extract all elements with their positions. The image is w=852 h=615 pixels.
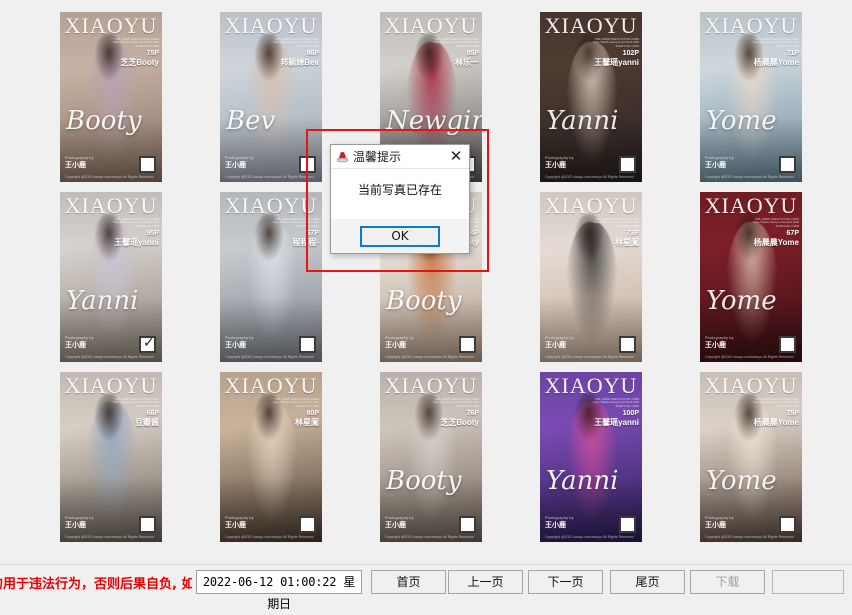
ok-button[interactable]: OK <box>360 225 440 247</box>
gallery-card[interactable]: XIAOYUVOL.0000 XIAOYUYUU.COMhttp://www.x… <box>380 372 482 542</box>
cover-image: XIAOYUVOL.0000 XIAOYUYUU.COMhttp://www.x… <box>220 372 322 542</box>
cover-image: XIAOYUVOL.0000 XIAOYUYUU.COMhttp://www.x… <box>700 12 802 182</box>
select-checkbox[interactable] <box>299 156 316 173</box>
dialog-title: 温馨提示 <box>353 150 402 164</box>
select-checkbox[interactable] <box>779 516 796 533</box>
photo-gallery: XIAOYU VOL.0000 XIAOYUYUU.COM http://www.x… <box>0 0 852 565</box>
notice-marquee: 勿用于违法行为，否则后果自负, 如有 <box>0 573 192 597</box>
cover-image: XIAOYUVOL.0000 XIAOYUYUU.COMhttp://www.x… <box>700 372 802 542</box>
gallery-card[interactable]: XIAOYUVOL.0000 XIAOYUYUU.COMhttp://www.x… <box>60 12 162 182</box>
dialog-footer: OK <box>331 219 469 253</box>
progress-indicator <box>772 570 844 594</box>
select-checkbox[interactable] <box>459 516 476 533</box>
check-icon: ✓ <box>143 335 155 351</box>
gallery-card[interactable]: XIAOYUVOL.0000 XIAOYUYUU.COMhttp://www.x… <box>220 372 322 542</box>
select-checkbox[interactable] <box>779 156 796 173</box>
gallery-card[interactable]: XIAOYUVOL.0000 XIAOYUYUU.COMhttp://www.x… <box>220 12 322 182</box>
select-checkbox[interactable] <box>299 336 316 353</box>
warning-dialog: 温馨提示 ✕ 当前写真已存在 OK <box>330 144 470 254</box>
gallery-card[interactable]: XIAOYUVOL.0000 XIAOYUYUU.COMhttp://www.x… <box>700 192 802 362</box>
select-checkbox[interactable] <box>619 156 636 173</box>
select-checkbox[interactable] <box>619 516 636 533</box>
app-icon <box>336 150 349 163</box>
gallery-card[interactable]: XIAOYUVOL.0000 XIAOYUYUU.COMhttp://www.x… <box>540 372 642 542</box>
cover-image: XIAOYUVOL.0000 XIAOYUYUU.COMhttp://www.x… <box>60 192 162 362</box>
select-checkbox[interactable] <box>299 516 316 533</box>
gallery-card[interactable]: XIAOYUVOL.0000 XIAOYUYUU.COMhttp://www.x… <box>60 192 162 362</box>
dialog-body: 当前写真已存在 <box>331 169 469 219</box>
cover-image: XIAOYUVOL.0000 XIAOYUYUU.COMhttp://www.x… <box>220 12 322 182</box>
dialog-message: 当前写真已存在 <box>357 183 442 197</box>
select-checkbox[interactable] <box>139 516 156 533</box>
gallery-card[interactable]: XIAOYUVOL.0000 XIAOYUYUU.COMhttp://www.x… <box>540 12 642 182</box>
cover-image: XIAOYUVOL.0000 XIAOYUYUU.COMhttp://www.x… <box>540 372 642 542</box>
select-checkbox[interactable] <box>779 336 796 353</box>
next-page-button[interactable]: 下一页 <box>528 570 603 594</box>
cover-image: XIAOYUVOL.0000 XIAOYUYUU.COMhttp://www.x… <box>540 192 642 362</box>
download-button[interactable]: 下载 <box>690 570 765 594</box>
datetime-display[interactable]: 2022-06-12 01:00:22 星期日 <box>196 570 362 611</box>
first-page-button[interactable]: 首页 <box>371 570 446 594</box>
gallery-card[interactable]: XIAOYUVOL.0000 XIAOYUYUU.COMhttp://www.x… <box>700 12 802 182</box>
notice-text: 勿用于违法行为，否则后果自负, 如有 <box>0 577 192 592</box>
gallery-card[interactable]: XIAOYUVOL.0000 XIAOYUYUU.COMhttp://www.x… <box>700 372 802 542</box>
gallery-card[interactable]: XIAOYUVOL.0000 XIAOYUYUU.COMhttp://www.x… <box>540 192 642 362</box>
last-page-button[interactable]: 尾页 <box>610 570 685 594</box>
dialog-titlebar: 温馨提示 ✕ <box>331 145 469 169</box>
prev-page-button[interactable]: 上一页 <box>448 570 523 594</box>
select-checkbox[interactable] <box>619 336 636 353</box>
close-icon[interactable]: ✕ <box>445 146 467 168</box>
select-checkbox[interactable] <box>139 156 156 173</box>
select-checkbox[interactable]: ✓ <box>139 335 156 353</box>
cover-image: XIAOYUVOL.0000 XIAOYUYUU.COMhttp://www.x… <box>380 372 482 542</box>
cover-image: XIAOYUVOL.0000 XIAOYUYUU.COMhttp://www.x… <box>220 192 322 362</box>
cover-image: XIAOYUVOL.0000 XIAOYUYUU.COMhttp://www.x… <box>540 12 642 182</box>
cover-image: XIAOYUVOL.0000 XIAOYUYUU.COMhttp://www.x… <box>60 372 162 542</box>
select-checkbox[interactable] <box>459 336 476 353</box>
cover-image: XIAOYUVOL.0000 XIAOYUYUU.COMhttp://www.x… <box>60 12 162 182</box>
gallery-card[interactable]: XIAOYUVOL.0000 XIAOYUYUU.COMhttp://www.x… <box>60 372 162 542</box>
cover-image: XIAOYUVOL.0000 XIAOYUYUU.COMhttp://www.x… <box>700 192 802 362</box>
gallery-card[interactable]: XIAOYUVOL.0000 XIAOYUYUU.COMhttp://www.x… <box>220 192 322 362</box>
